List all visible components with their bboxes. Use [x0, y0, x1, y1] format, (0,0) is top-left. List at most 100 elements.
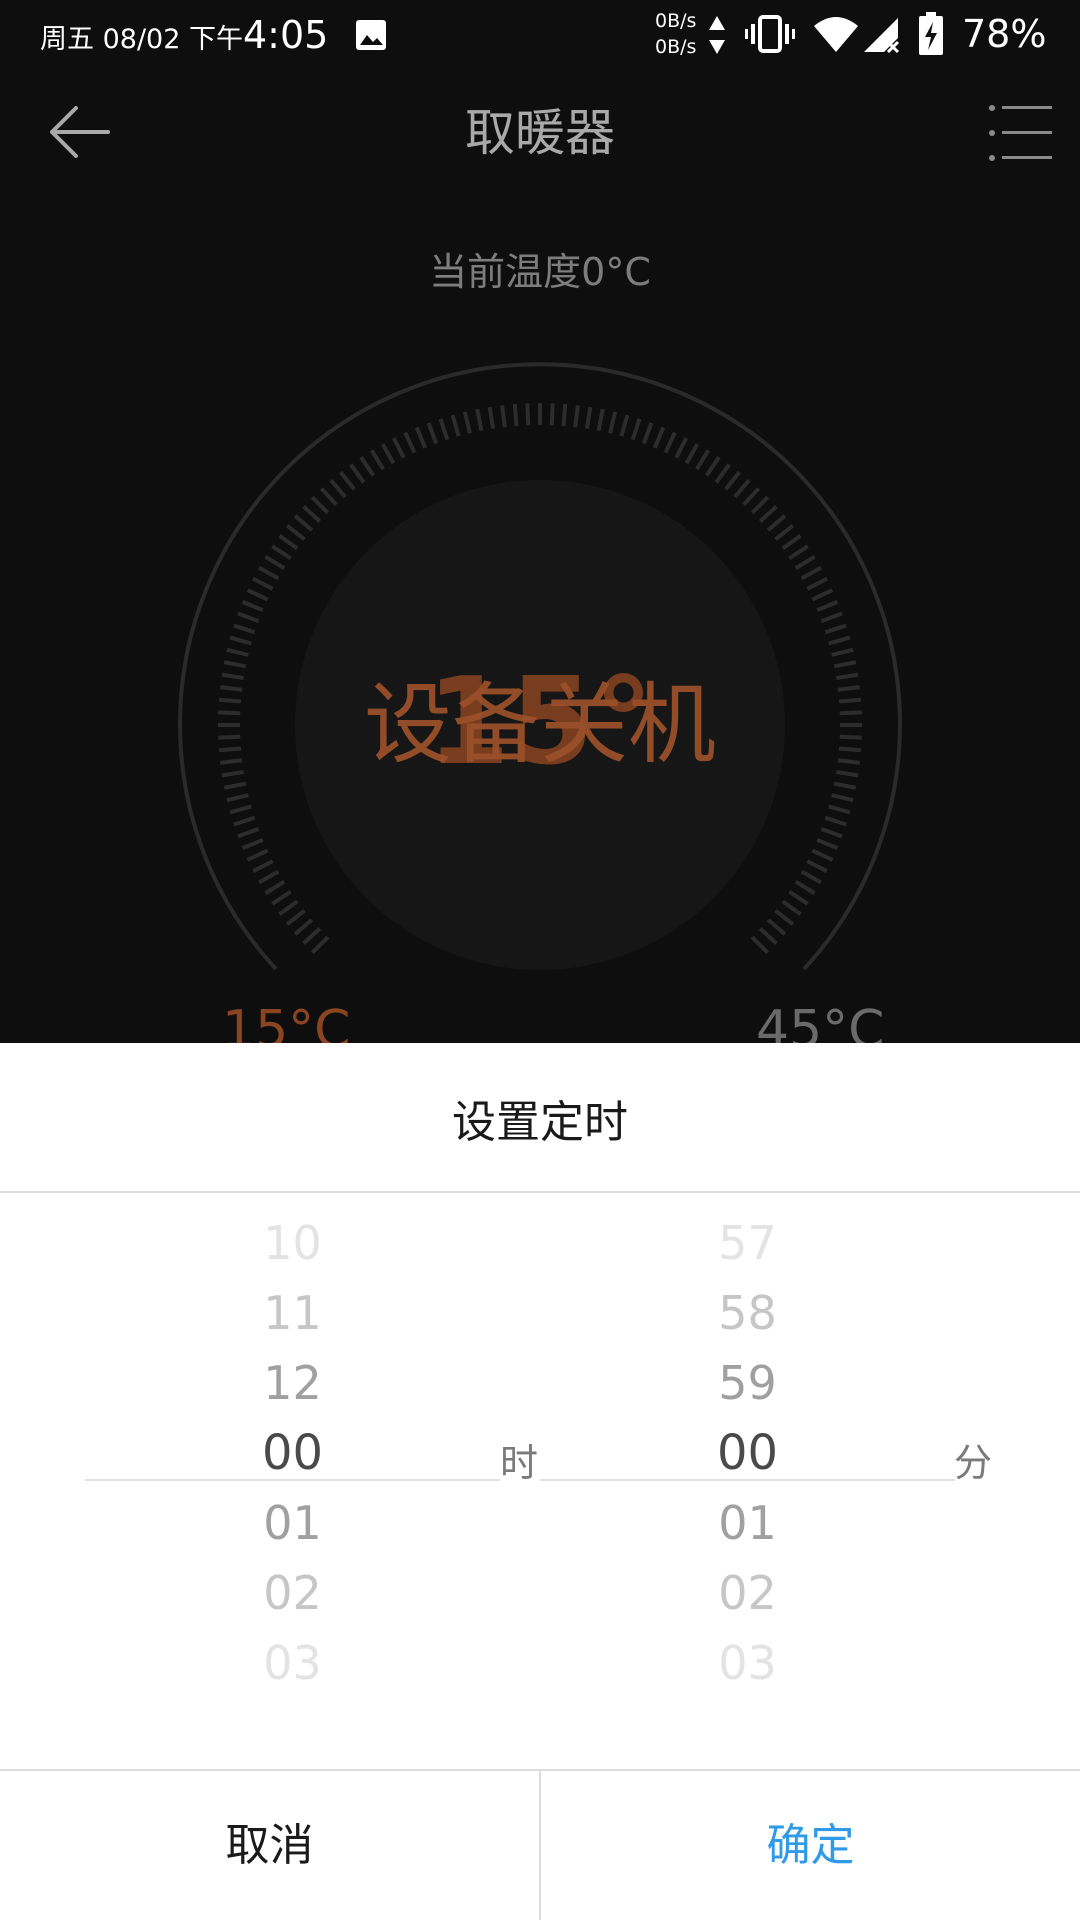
dial-tick	[811, 588, 834, 602]
minute-selected[interactable]: 00	[540, 1423, 955, 1483]
dial-tick	[750, 935, 770, 955]
sheet-divider	[0, 1191, 1080, 1193]
dial-tick	[596, 408, 605, 432]
dial-tick	[258, 869, 280, 885]
timer-bottom-sheet: 设置定时 10 11 12 00 01 02 03 时 57 58 59 00 01 02 03 分 取…	[0, 1043, 1080, 1920]
dial-tick	[750, 495, 770, 515]
hour-option[interactable]: 03	[85, 1633, 500, 1693]
screen: 周五 08/02 下午4:05 0B/s 0B/s 78% 取暖器 当前温度0°…	[0, 0, 1080, 1920]
dial-tick	[241, 837, 264, 851]
minute-option[interactable]: 03	[540, 1633, 955, 1693]
status-date: 周五 08/02 下午	[40, 24, 243, 55]
wifi-icon	[814, 17, 858, 52]
dial-tick	[246, 848, 269, 862]
dial-tick	[475, 408, 484, 432]
minute-option[interactable]: 59	[540, 1353, 955, 1413]
dial-tick	[820, 611, 843, 624]
dial-tick	[584, 406, 593, 430]
dial-tick	[285, 909, 306, 926]
dial-tick	[806, 859, 828, 873]
dial-tick	[742, 487, 761, 507]
dial-tick	[788, 890, 809, 906]
dial-tick	[781, 534, 802, 551]
dial-tick	[573, 404, 580, 428]
dial-tick	[264, 555, 286, 570]
dial-tick	[426, 422, 439, 445]
image-notification-icon	[356, 20, 386, 50]
dial-tick	[781, 899, 802, 916]
dial-tick	[246, 588, 269, 602]
dial-tick	[487, 406, 496, 430]
dial-tick	[450, 414, 461, 437]
menu-list-icon[interactable]	[988, 102, 1052, 164]
dial-center: 15° 设备关机	[0, 653, 1080, 800]
minute-option[interactable]: 02	[540, 1563, 955, 1623]
hour-option[interactable]: 02	[85, 1563, 500, 1623]
minute-option[interactable]: 01	[540, 1493, 955, 1553]
dial-tick	[828, 635, 851, 646]
sheet-title: 设置定时	[452, 1097, 628, 1148]
dial-tick	[349, 463, 366, 484]
dial-tick	[392, 437, 406, 459]
dial-tick	[824, 623, 847, 635]
hour-option[interactable]: 01	[85, 1493, 500, 1553]
dial-tick	[630, 418, 642, 441]
dial-tick	[733, 478, 751, 499]
dial-tick	[663, 431, 677, 454]
minute-option[interactable]: 57	[540, 1213, 955, 1273]
dial-tick	[724, 470, 741, 491]
dial-tick	[278, 899, 299, 916]
dial-tick	[380, 443, 396, 465]
dial-tick	[237, 826, 260, 839]
dial-tick	[608, 411, 618, 434]
dial-tick	[758, 927, 778, 946]
dial-tick	[462, 411, 472, 434]
device-status: 设备关机	[363, 673, 716, 776]
dial-tick	[229, 804, 252, 815]
current-temperature: 当前温度0°C	[429, 250, 651, 294]
dial-tick	[285, 524, 306, 541]
minute-option[interactable]: 58	[540, 1283, 955, 1343]
dial-tick	[674, 437, 688, 459]
dial-tick	[774, 524, 795, 541]
dial-tick	[403, 431, 417, 454]
page-title: 取暖器	[465, 104, 615, 162]
dial-tick	[794, 880, 816, 895]
dial-tick	[370, 449, 385, 471]
dial-tick	[788, 544, 809, 560]
dial-tick	[619, 414, 630, 437]
dial-tick	[271, 544, 292, 560]
hour-option[interactable]: 11	[85, 1283, 500, 1343]
dial-tick	[811, 848, 834, 862]
dial-tick	[824, 815, 847, 827]
hour-option[interactable]: 10	[85, 1213, 500, 1273]
minute-selection-line	[540, 1479, 955, 1481]
dial-tick	[241, 599, 264, 613]
dial-tick	[500, 404, 507, 428]
dial-tick	[252, 859, 274, 873]
cancel-button[interactable]: 取消	[0, 1771, 539, 1920]
hour-unit-label: 时	[500, 1441, 539, 1485]
dial-tick	[438, 418, 450, 441]
dial-tick	[310, 935, 330, 955]
dial-tick	[302, 504, 322, 523]
dial-tick	[816, 599, 839, 613]
dial-tick	[525, 403, 531, 426]
battery-percentage: 78%	[962, 12, 1047, 56]
hour-selected[interactable]: 00	[85, 1423, 500, 1483]
dial-tick	[774, 909, 795, 926]
dial-tick	[820, 826, 843, 839]
dial-tick	[758, 504, 778, 523]
status-bar: 周五 08/02 下午4:05 0B/s 0B/s 78%	[0, 0, 1080, 70]
dial-tick	[271, 890, 292, 906]
dial-tick	[828, 804, 851, 815]
dial-tick	[252, 577, 274, 591]
confirm-button[interactable]: 确定	[541, 1771, 1080, 1920]
dial-tick	[329, 478, 347, 499]
hour-option[interactable]: 12	[85, 1353, 500, 1413]
net-down-speed: 0B/s	[655, 36, 697, 58]
dial-tick	[229, 635, 252, 646]
hour-selection-line	[85, 1479, 500, 1481]
dial-tick	[695, 449, 710, 471]
dial-tick	[278, 534, 299, 551]
